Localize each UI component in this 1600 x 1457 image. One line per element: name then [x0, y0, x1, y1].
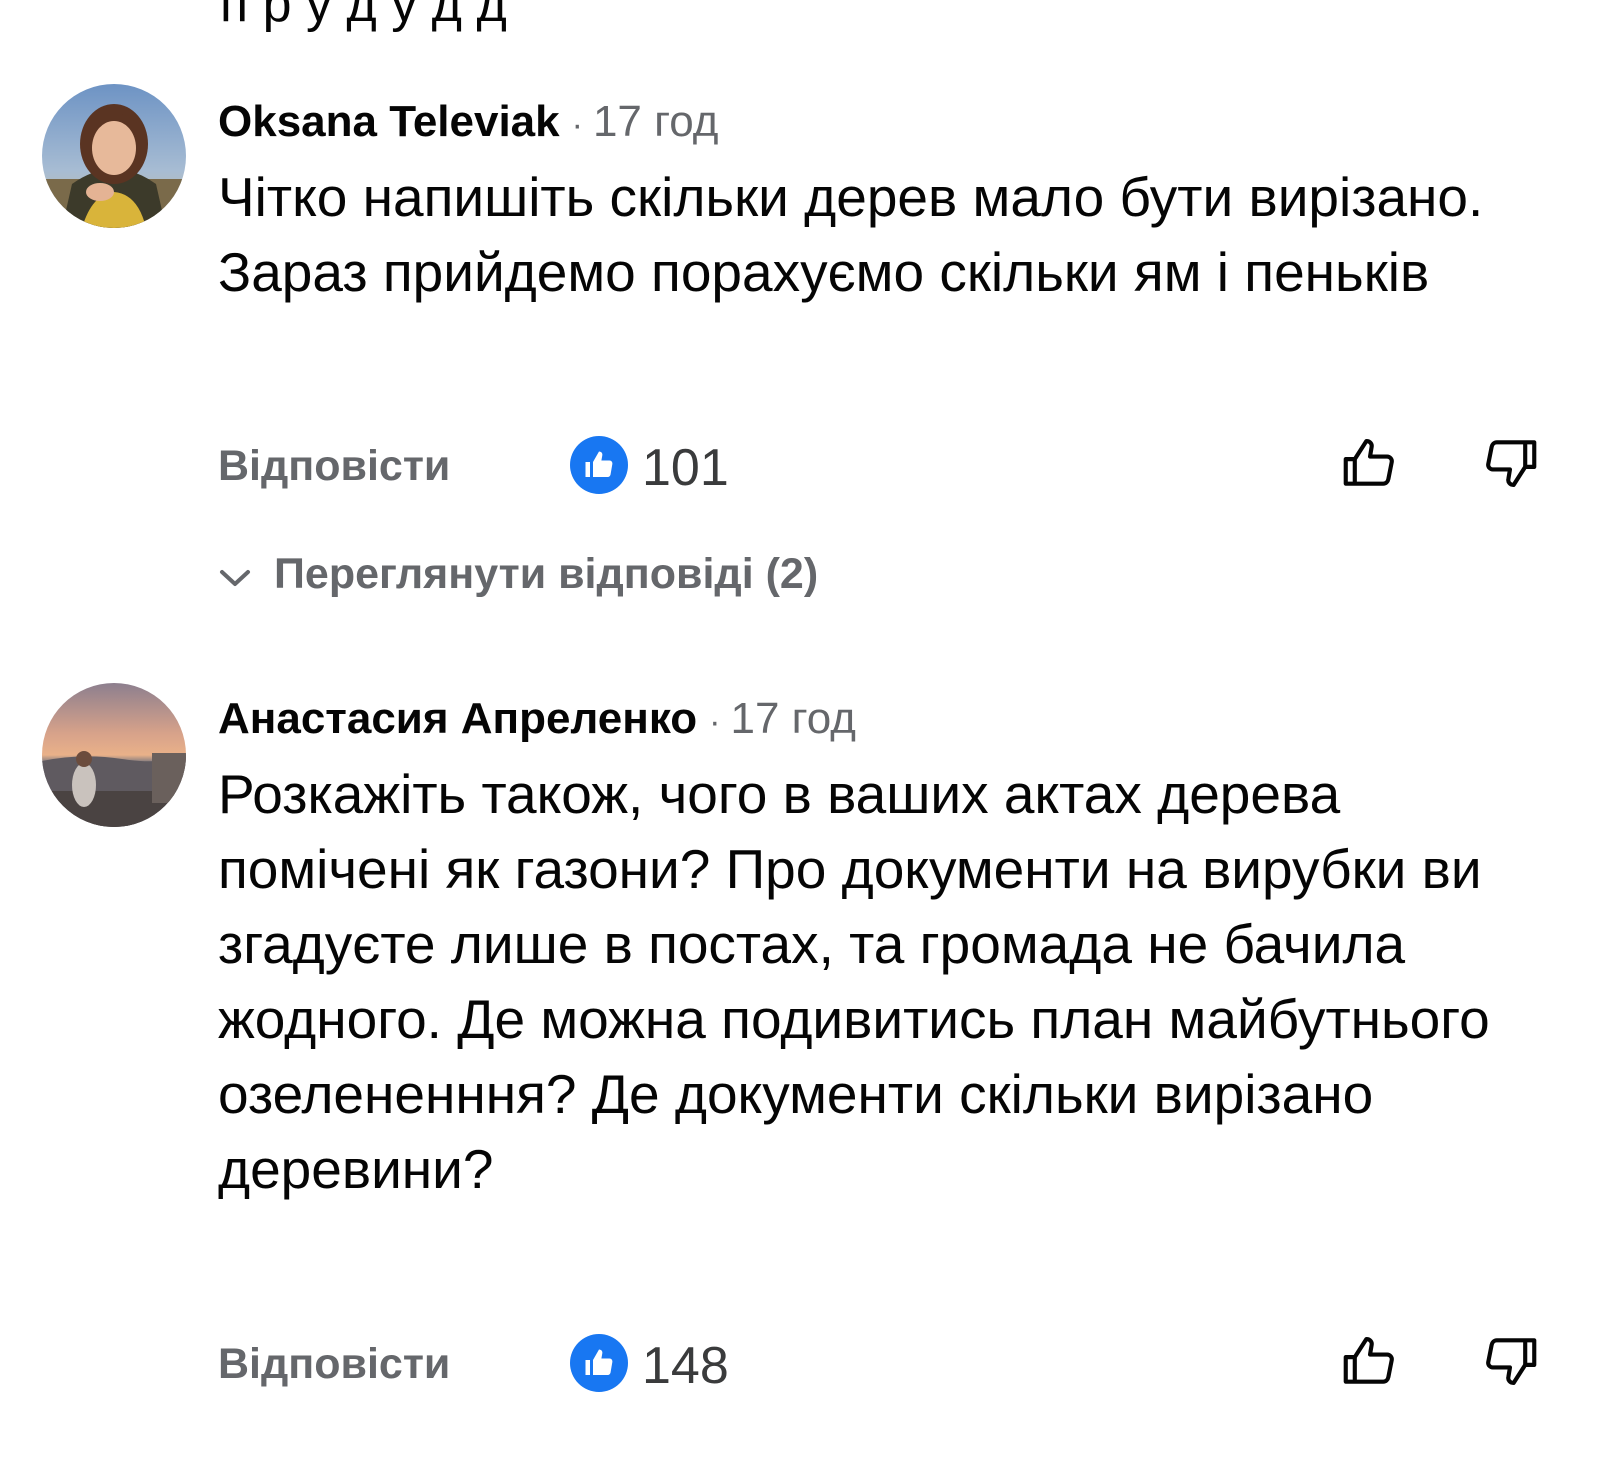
timestamp[interactable]: 17 год [731, 694, 856, 743]
thumbs-down-outline-icon [1486, 1338, 1537, 1386]
timestamp[interactable]: 17 год [593, 97, 718, 146]
comment-header: Oksana Televiak · 17 год [218, 100, 718, 144]
downvote-button[interactable] [1480, 1330, 1542, 1392]
like-reaction-badge[interactable] [570, 1334, 628, 1392]
author-name[interactable]: Oksana Televiak [218, 97, 560, 146]
thumbs-down-outline-icon [1486, 440, 1537, 488]
comment-header: Анастасия Апреленко · 17 год [218, 697, 856, 741]
avatar[interactable] [42, 84, 186, 228]
like-count: 148 [642, 1337, 729, 1395]
upvote-button[interactable] [1338, 432, 1400, 494]
like-count: 101 [642, 439, 729, 497]
comment-text: Чітко напишіть скільки дерев мало бути в… [218, 166, 1484, 303]
thumbs-up-icon [585, 1349, 613, 1375]
downvote-button[interactable] [1480, 432, 1542, 494]
chevron-down-icon [218, 552, 252, 601]
comment-actions: Відповісти 101 [0, 432, 1600, 502]
view-replies-button[interactable]: Переглянути відповіді (2) [218, 550, 818, 601]
separator-dot: · [571, 106, 583, 144]
avatar[interactable] [42, 683, 186, 827]
reply-button[interactable]: Відповісти [218, 442, 450, 491]
previous-comment-text-fragment: п р у д у д д [220, 0, 507, 33]
comment-actions: Відповісти 148 [0, 1330, 1600, 1400]
author-name[interactable]: Анастасия Апреленко [218, 694, 697, 743]
profile-photo-woman [42, 84, 186, 228]
profile-photo-sunset [42, 683, 186, 827]
like-reaction-badge[interactable] [570, 436, 628, 494]
upvote-button[interactable] [1338, 1330, 1400, 1392]
thumbs-up-icon [585, 451, 613, 477]
thumbs-up-outline-icon [1343, 438, 1394, 486]
separator-dot: · [709, 703, 721, 741]
reply-button[interactable]: Відповісти [218, 1340, 450, 1389]
view-replies-label: Переглянути відповіді (2) [274, 550, 819, 598]
comment-text: Розкажіть також, чого в ваших актах дере… [218, 763, 1490, 1200]
thumbs-up-outline-icon [1343, 1336, 1394, 1384]
